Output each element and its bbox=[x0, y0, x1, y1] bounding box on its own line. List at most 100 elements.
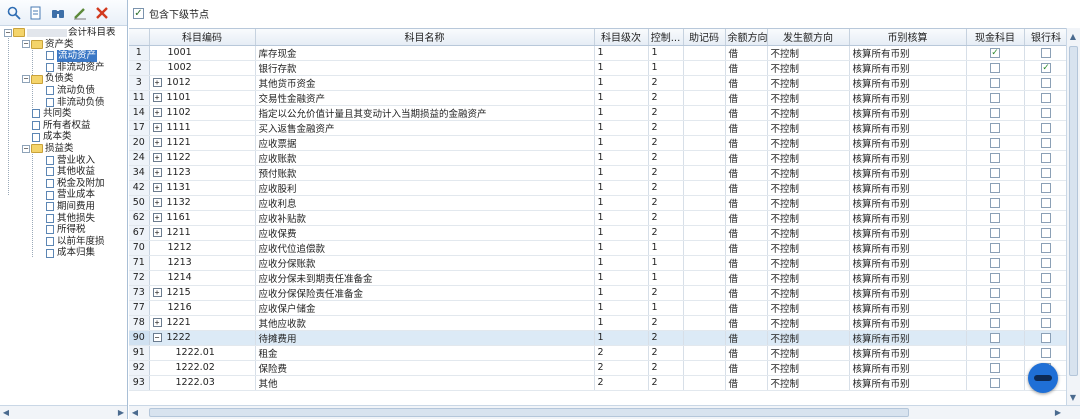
expand-icon[interactable]: + bbox=[152, 93, 162, 102]
cash-account-checkbox[interactable] bbox=[990, 212, 1000, 223]
bank-account-checkbox[interactable] bbox=[1041, 242, 1051, 253]
account-level-cell[interactable]: 1 bbox=[594, 120, 649, 136]
occurrence-direction-cell[interactable]: 不控制 bbox=[767, 180, 850, 196]
cash-account-cell[interactable] bbox=[966, 120, 1025, 136]
cash-account-cell[interactable] bbox=[966, 375, 1025, 391]
account-code-cell[interactable]: 1001 bbox=[149, 45, 256, 61]
account-code-cell[interactable]: 1213 bbox=[149, 255, 256, 271]
occurrence-direction-cell[interactable]: 不控制 bbox=[767, 45, 850, 61]
balance-direction-cell[interactable]: 借 bbox=[725, 375, 768, 391]
control-cell[interactable]: 2 bbox=[648, 90, 684, 106]
scroll-down-icon[interactable]: ▼ bbox=[1067, 391, 1079, 403]
control-cell[interactable]: 2 bbox=[648, 165, 684, 181]
table-row[interactable]: 71 1213 应收分保账款 1 1 借不控制 核算所有币别 bbox=[129, 255, 1066, 271]
bank-account-checkbox[interactable] bbox=[1041, 197, 1051, 208]
account-level-cell[interactable]: 1 bbox=[594, 45, 649, 61]
control-cell[interactable]: 2 bbox=[648, 75, 684, 91]
collapse-icon[interactable]: − bbox=[22, 40, 30, 49]
control-cell[interactable]: 2 bbox=[648, 225, 684, 241]
table-row[interactable]: 50 +1132 应收利息 1 2 借不控制 核算所有币别 bbox=[129, 195, 1066, 211]
cash-account-cell[interactable] bbox=[966, 150, 1025, 166]
account-name-cell[interactable]: 预付账款 bbox=[255, 165, 595, 181]
account-name-cell[interactable]: 其他货币资金 bbox=[255, 75, 595, 91]
account-code-cell[interactable]: +1161 bbox=[149, 210, 256, 226]
control-cell[interactable]: 2 bbox=[648, 315, 684, 331]
balance-direction-cell[interactable]: 借 bbox=[725, 345, 768, 361]
balance-direction-cell[interactable]: 借 bbox=[725, 135, 768, 151]
include-children-checkbox[interactable]: ✓ bbox=[133, 7, 144, 19]
balance-direction-cell[interactable]: 借 bbox=[725, 210, 768, 226]
column-header-mnemonic[interactable]: 助记码 bbox=[683, 29, 726, 46]
tree-node-common[interactable]: 共同类 bbox=[0, 108, 127, 120]
mnemonic-cell[interactable] bbox=[683, 360, 726, 376]
account-level-cell[interactable]: 2 bbox=[594, 375, 649, 391]
currency-cell[interactable]: 核算所有币别 bbox=[849, 135, 967, 151]
tree-node-other-income[interactable]: 其他收益 bbox=[0, 166, 127, 178]
balance-direction-cell[interactable]: 借 bbox=[725, 300, 768, 316]
table-row[interactable]: 24 +1122 应收账款 1 2 借不控制 核算所有币别 bbox=[129, 150, 1066, 166]
cash-account-checkbox[interactable] bbox=[990, 182, 1000, 193]
occurrence-direction-cell[interactable]: 不控制 bbox=[767, 285, 850, 301]
occurrence-direction-cell[interactable]: 不控制 bbox=[767, 270, 850, 286]
table-row[interactable]: 62 +1161 应收补贴款 1 2 借不控制 核算所有币别 bbox=[129, 210, 1066, 226]
mnemonic-cell[interactable] bbox=[683, 255, 726, 271]
control-cell[interactable]: 2 bbox=[648, 180, 684, 196]
bank-account-cell[interactable] bbox=[1024, 180, 1066, 196]
mnemonic-cell[interactable] bbox=[683, 285, 726, 301]
column-header-control[interactable]: 控制... bbox=[648, 29, 684, 46]
grid-horizontal-scrollbar[interactable]: ◀ ▶ bbox=[129, 405, 1080, 419]
account-code-cell[interactable]: +1215 bbox=[149, 285, 256, 301]
tree-node-profit-loss[interactable]: − 损益类 bbox=[0, 143, 127, 155]
cash-account-checkbox[interactable] bbox=[990, 137, 1000, 148]
mnemonic-cell[interactable] bbox=[683, 135, 726, 151]
occurrence-direction-cell[interactable]: 不控制 bbox=[767, 210, 850, 226]
balance-direction-cell[interactable]: 借 bbox=[725, 270, 768, 286]
column-header-currency[interactable]: 币别核算 bbox=[849, 29, 967, 46]
account-level-cell[interactable]: 1 bbox=[594, 75, 649, 91]
account-name-cell[interactable]: 库存现金 bbox=[255, 45, 595, 61]
tree-node-noncurrent-liabilities[interactable]: 非流动负债 bbox=[0, 97, 127, 109]
table-row[interactable]: 20 +1121 应收票据 1 2 借不控制 核算所有币别 bbox=[129, 135, 1066, 151]
collapse-icon[interactable]: − bbox=[22, 144, 30, 153]
cash-account-cell[interactable] bbox=[966, 90, 1025, 106]
account-name-cell[interactable]: 应收代位追偿款 bbox=[255, 240, 595, 256]
account-name-cell[interactable]: 待摊费用 bbox=[255, 330, 595, 346]
scroll-right-icon[interactable]: ▶ bbox=[1052, 407, 1064, 419]
account-level-cell[interactable]: 1 bbox=[594, 165, 649, 181]
currency-cell[interactable]: 核算所有币别 bbox=[849, 90, 967, 106]
cash-account-cell[interactable] bbox=[966, 180, 1025, 196]
tree-node-prior-year[interactable]: 以前年度损 bbox=[0, 236, 127, 248]
account-level-cell[interactable]: 1 bbox=[594, 285, 649, 301]
control-cell[interactable]: 1 bbox=[648, 270, 684, 286]
cash-account-checkbox[interactable] bbox=[990, 167, 1000, 178]
bank-account-checkbox[interactable] bbox=[1041, 227, 1051, 238]
bank-account-checkbox[interactable] bbox=[1041, 302, 1051, 313]
account-level-cell[interactable]: 1 bbox=[594, 195, 649, 211]
expand-icon[interactable]: + bbox=[152, 213, 162, 222]
mnemonic-cell[interactable] bbox=[683, 315, 726, 331]
bank-account-checkbox[interactable] bbox=[1041, 122, 1051, 133]
tree-node-liabilities[interactable]: − 负债类 bbox=[0, 73, 127, 85]
cash-account-checkbox[interactable] bbox=[990, 197, 1000, 208]
tree-node-revenue[interactable]: 营业收入 bbox=[0, 155, 127, 167]
currency-cell[interactable]: 核算所有币别 bbox=[849, 195, 967, 211]
occurrence-direction-cell[interactable]: 不控制 bbox=[767, 345, 850, 361]
cash-account-checkbox[interactable] bbox=[990, 377, 1000, 388]
mnemonic-cell[interactable] bbox=[683, 375, 726, 391]
currency-cell[interactable]: 核算所有币别 bbox=[849, 375, 967, 391]
bank-account-checkbox[interactable] bbox=[1041, 167, 1051, 178]
table-row[interactable]: 91 1222.01 租金 2 2 借不控制 核算所有币别 bbox=[129, 345, 1066, 361]
account-code-cell[interactable]: 1216 bbox=[149, 300, 256, 316]
table-row[interactable]: 92 1222.02 保险费 2 2 借不控制 核算所有币别 bbox=[129, 360, 1066, 376]
account-code-cell[interactable]: +1123 bbox=[149, 165, 256, 181]
cash-account-checkbox[interactable] bbox=[990, 272, 1000, 283]
balance-direction-cell[interactable]: 借 bbox=[725, 45, 768, 61]
account-name-cell[interactable]: 其他 bbox=[255, 375, 595, 391]
cash-account-cell[interactable]: ✓ bbox=[966, 45, 1025, 61]
balance-direction-cell[interactable]: 借 bbox=[725, 90, 768, 106]
account-level-cell[interactable]: 1 bbox=[594, 315, 649, 331]
account-name-cell[interactable]: 买入返售金融资产 bbox=[255, 120, 595, 136]
currency-cell[interactable]: 核算所有币别 bbox=[849, 120, 967, 136]
cash-account-cell[interactable] bbox=[966, 135, 1025, 151]
collapse-icon[interactable]: − bbox=[152, 333, 162, 342]
